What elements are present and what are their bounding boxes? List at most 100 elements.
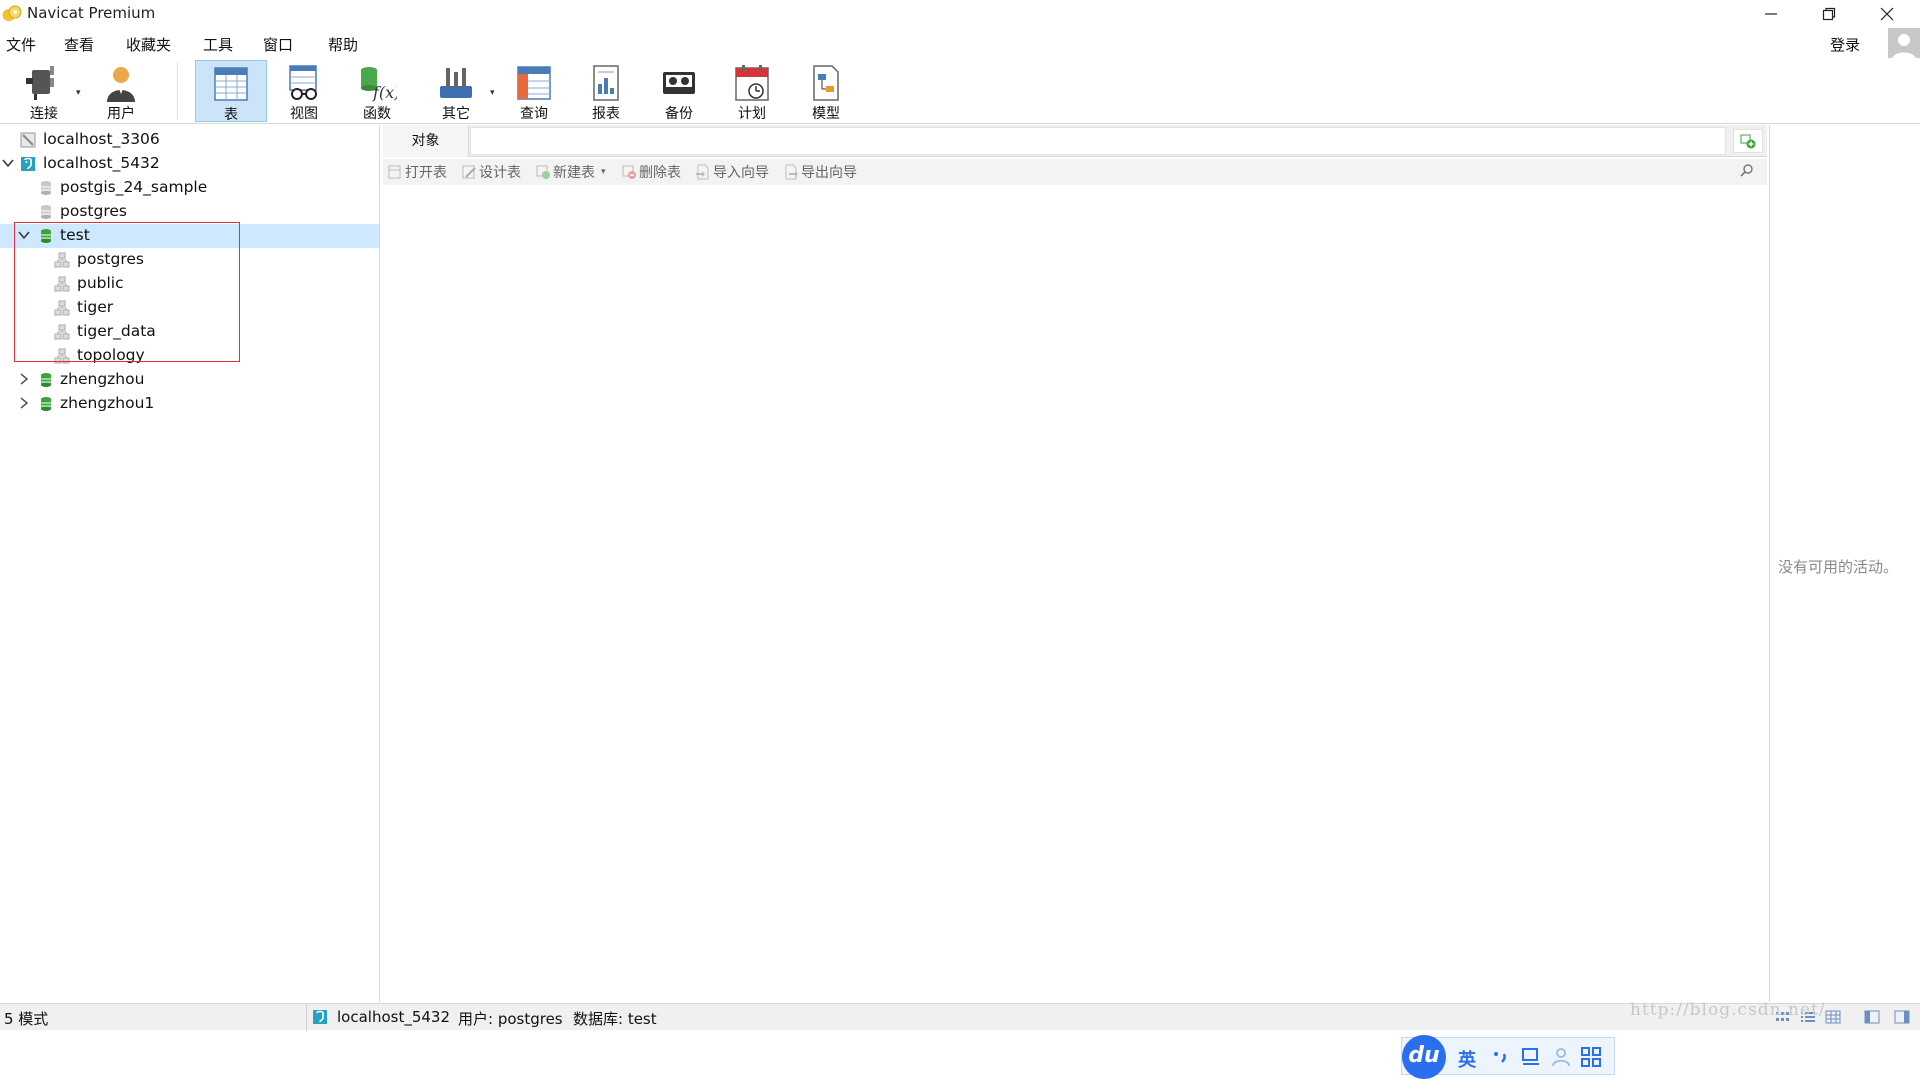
ime-toolbar[interactable]: du 英 bbox=[1401, 1035, 1615, 1079]
no-activity-message: 没有可用的活动。 bbox=[1778, 558, 1899, 576]
design-table-button[interactable]: 设计表 bbox=[461, 162, 521, 182]
toolbar-backup-button[interactable]: 备份 bbox=[643, 60, 715, 122]
toolbar-label: 其它 bbox=[442, 106, 470, 122]
menu-view[interactable]: 查看 bbox=[64, 34, 94, 55]
object-pane: 对象 打开表 设计表 新建表 ▾ 删除表 导入向导 导出向导 du 英 bbox=[383, 125, 1767, 1079]
ime-tool-icon[interactable] bbox=[1520, 1046, 1542, 1068]
toolbar-user-button[interactable]: 用户 bbox=[85, 60, 157, 122]
chevron-down-icon[interactable] bbox=[17, 228, 31, 242]
tree-item-label: test bbox=[60, 226, 90, 244]
status-user: 用户: postgres bbox=[458, 1010, 563, 1028]
toolbar-table-button[interactable]: 表 bbox=[195, 60, 267, 123]
tree-item-database-selected[interactable]: test bbox=[0, 224, 379, 248]
restore-button[interactable] bbox=[1800, 0, 1858, 28]
view-detail-icon[interactable] bbox=[1824, 1009, 1842, 1025]
tree-item-label: topology bbox=[77, 346, 145, 364]
dropdown-arrow-icon[interactable]: ▾ bbox=[76, 88, 81, 98]
status-database: 数据库: test bbox=[573, 1010, 657, 1028]
menu-favorites[interactable]: 收藏夹 bbox=[126, 34, 171, 55]
window-title: Navicat Premium bbox=[27, 4, 156, 22]
tree-item-label: zhengzhou bbox=[60, 370, 145, 388]
ime-language-toggle[interactable]: 英 bbox=[1458, 1046, 1476, 1072]
chevron-right-icon[interactable] bbox=[17, 396, 31, 410]
toolbar-query-button[interactable]: 查询 bbox=[498, 60, 570, 122]
toolbar-report-button[interactable]: 报表 bbox=[570, 60, 642, 122]
login-link[interactable]: 登录 bbox=[1830, 34, 1860, 55]
navicat-logo-icon bbox=[2, 5, 22, 21]
import-wizard-button[interactable]: 导入向导 bbox=[695, 162, 769, 182]
toolbar-label: 用户 bbox=[107, 106, 135, 122]
toolbar-model-button[interactable]: 模型 bbox=[790, 60, 862, 122]
toolbar-other-button[interactable]: 其它 ▾ bbox=[420, 60, 495, 122]
user-icon bbox=[107, 67, 135, 102]
menu-file[interactable]: 文件 bbox=[6, 34, 36, 55]
tree-item-database[interactable]: zhengzhou bbox=[0, 368, 379, 392]
svg-text:f(x): f(x) bbox=[372, 83, 397, 102]
toolbar-schedule-button[interactable]: 计划 bbox=[716, 60, 788, 122]
tree-item-schema[interactable]: postgres bbox=[0, 248, 379, 272]
delete-table-button[interactable]: 删除表 bbox=[621, 162, 681, 182]
ime-logo[interactable]: du bbox=[1402, 1035, 1446, 1079]
tree-item-label: public bbox=[77, 274, 124, 292]
dropdown-arrow-icon[interactable]: ▾ bbox=[490, 88, 495, 98]
action-label: 打开表 bbox=[405, 165, 447, 181]
function-icon: f(x) bbox=[361, 67, 397, 102]
tree-item-database[interactable]: zhengzhou1 bbox=[0, 392, 379, 416]
tree-item-schema[interactable]: tiger bbox=[0, 296, 379, 320]
tree-item-database[interactable]: postgres bbox=[0, 200, 379, 224]
tree-item-schema[interactable]: topology bbox=[0, 344, 379, 368]
toolbar-label: 查询 bbox=[520, 106, 548, 122]
new-table-button[interactable]: 新建表 ▾ bbox=[535, 162, 606, 182]
connection-tree: localhost_3306 localhost_5432 postgis_24… bbox=[0, 125, 380, 1002]
schema-count: 5 模式 bbox=[4, 1010, 49, 1028]
tab-objects[interactable]: 对象 bbox=[383, 125, 469, 157]
tree-item-connection[interactable]: localhost_3306 bbox=[0, 128, 379, 152]
punctuation-icon[interactable] bbox=[1490, 1046, 1512, 1068]
tree-item-schema[interactable]: tiger_data bbox=[0, 320, 379, 344]
open-table-button[interactable]: 打开表 bbox=[387, 162, 447, 182]
new-tab-button[interactable] bbox=[1733, 129, 1763, 153]
tree-item-database[interactable]: postgis_24_sample bbox=[0, 176, 379, 200]
tree-item-connection[interactable]: localhost_5432 bbox=[0, 152, 379, 176]
menu-window[interactable]: 窗口 bbox=[263, 34, 293, 55]
new-table-icon bbox=[536, 165, 550, 179]
main-toolbar: 连接 ▾ 用户 表 视图 f(x 函数 其它 ▾ 查询 报表 备份 计划 模型 bbox=[0, 58, 1920, 124]
toolbar-label: 模型 bbox=[812, 106, 840, 122]
delete-table-icon bbox=[622, 165, 636, 179]
tree-item-label: localhost_3306 bbox=[43, 130, 160, 148]
toolbar-label: 连接 bbox=[30, 106, 58, 122]
dropdown-arrow-icon[interactable]: ▾ bbox=[601, 167, 606, 177]
toolbar-connect-button[interactable]: 连接 ▾ bbox=[8, 60, 81, 122]
view-icon bbox=[289, 65, 317, 100]
ime-grid-icon[interactable] bbox=[1580, 1046, 1602, 1068]
close-button[interactable] bbox=[1858, 0, 1916, 28]
object-list-area[interactable] bbox=[383, 185, 1767, 1002]
export-wizard-button[interactable]: 导出向导 bbox=[783, 162, 857, 182]
search-icon[interactable] bbox=[1739, 163, 1755, 179]
minimize-button[interactable] bbox=[1742, 0, 1800, 28]
ime-user-icon[interactable] bbox=[1550, 1046, 1572, 1068]
toolbar-view-button[interactable]: 视图 bbox=[268, 60, 340, 122]
toggle-activity-pane-icon[interactable] bbox=[1893, 1009, 1911, 1025]
toolbar-label: 表 bbox=[224, 107, 238, 123]
tree-item-label: postgis_24_sample bbox=[60, 178, 208, 196]
status-divider bbox=[306, 1004, 307, 1031]
chevron-right-icon[interactable] bbox=[17, 372, 31, 386]
blog-watermark: http://blog.csdn.net/ bbox=[1630, 1000, 1826, 1020]
toggle-sidebar-icon[interactable] bbox=[1863, 1009, 1881, 1025]
schema-icon bbox=[54, 300, 70, 316]
menu-help[interactable]: 帮助 bbox=[328, 34, 358, 55]
minimize-icon bbox=[1765, 13, 1777, 15]
table-icon bbox=[214, 67, 248, 101]
avatar[interactable] bbox=[1888, 28, 1920, 60]
tree-item-label: tiger bbox=[77, 298, 114, 316]
close-icon bbox=[1880, 7, 1894, 21]
tree-item-label: zhengzhou1 bbox=[60, 394, 155, 412]
tree-item-schema[interactable]: public bbox=[0, 272, 379, 296]
chevron-down-icon[interactable] bbox=[1, 156, 15, 170]
action-label: 新建表 bbox=[553, 165, 595, 181]
menu-tools[interactable]: 工具 bbox=[203, 34, 233, 55]
toolbar-function-button[interactable]: f(x) 函数 bbox=[341, 60, 413, 122]
tree-item-label: tiger_data bbox=[77, 322, 156, 340]
activity-pane: 没有可用的活动。 bbox=[1769, 125, 1920, 1002]
